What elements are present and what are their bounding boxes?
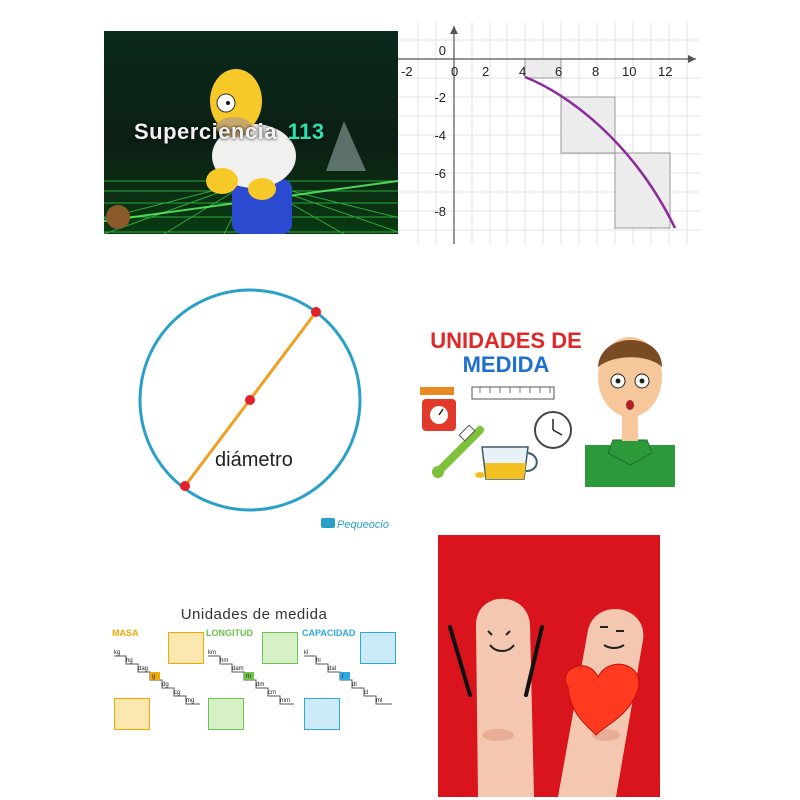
- staircase: kg hg dag g dg cg mg: [114, 650, 200, 705]
- unit-label: km: [208, 650, 216, 656]
- staircase: km hm dam m dm cm mm: [208, 650, 294, 705]
- measuring-jug-icon: [475, 446, 538, 480]
- y-tick: 0: [439, 43, 446, 58]
- y-tick: -4: [434, 128, 446, 143]
- unit-label: ml: [376, 698, 382, 704]
- x-tick: 10: [622, 64, 636, 79]
- y-tick: -2: [434, 90, 446, 105]
- unit-label: hg: [126, 658, 133, 664]
- superciencia-title: Superciencia 113: [134, 119, 325, 145]
- episode-number: 113: [287, 119, 325, 144]
- unit-label: kl: [304, 650, 308, 656]
- unit-label: dag: [138, 666, 148, 672]
- column-capacidad: CAPACIDAD kl hl dal l dl cl ml: [302, 628, 398, 738]
- staircase: kl hl dal l dl cl ml: [304, 650, 392, 705]
- unit-label: mm: [280, 698, 290, 704]
- unit-label: dl: [352, 682, 357, 688]
- function-graph: -2 0 2 4 6 8 10 12 0 -2 -4 -6 -8: [398, 22, 700, 244]
- unidades-table: Unidades de medida MASA kg hg dag g dg c…: [108, 600, 400, 740]
- endpoint-dot: [311, 307, 321, 317]
- unit-label: cm: [268, 690, 276, 696]
- x-tick: 12: [658, 64, 672, 79]
- left-finger: [476, 598, 534, 797]
- cartoon-art: [420, 337, 675, 487]
- x-tick: 8: [592, 64, 599, 79]
- fingers-scene: [438, 535, 660, 797]
- x-tick: -2: [401, 64, 413, 79]
- center-dot: [245, 395, 255, 405]
- column-masa: MASA kg hg dag g dg cg mg: [112, 628, 204, 738]
- circle-diagram: diámetro Pequeocio: [138, 288, 389, 531]
- unit-label: hm: [220, 658, 228, 664]
- unit-label: m: [246, 674, 251, 680]
- column-longitud: LONGITUD km hm dam m dm cm mm: [206, 628, 298, 738]
- endpoint-dot: [180, 481, 190, 491]
- unit-label: cl: [364, 690, 368, 696]
- x-tick: 0: [451, 64, 458, 79]
- title-word: Superciencia: [134, 119, 277, 144]
- scale-icon: [420, 387, 456, 431]
- circle-diameter: diámetro Pequeocio: [125, 282, 395, 540]
- ruler-icon: [471, 386, 555, 400]
- unit-label: kg: [114, 650, 120, 656]
- x-tick: 2: [482, 64, 489, 79]
- unit-label: l: [342, 674, 343, 680]
- unit-label: g: [152, 674, 155, 680]
- watermark: Pequeocio: [337, 519, 389, 531]
- y-tick: -6: [434, 166, 446, 181]
- unit-label: dm: [256, 682, 264, 688]
- x-tick: 4: [519, 64, 526, 79]
- y-tick: -8: [434, 204, 446, 219]
- unit-label: cg: [174, 690, 180, 696]
- graph-canvas: -2 0 2 4 6 8 10 12 0 -2 -4 -6 -8: [398, 22, 700, 244]
- superciencia-thumbnail[interactable]: Superciencia 113: [104, 31, 398, 234]
- clock-icon: [534, 411, 572, 449]
- x-tick: 6: [555, 64, 562, 79]
- unit-label: dal: [328, 666, 336, 672]
- table-title: Unidades de medida: [180, 606, 328, 623]
- fingers-photo: [438, 535, 660, 797]
- unit-label: hl: [316, 658, 321, 664]
- unit-label: mg: [186, 698, 194, 704]
- thermometer-icon: [432, 424, 484, 478]
- boy-character: [585, 337, 675, 487]
- unidades-cartoon: UNIDADES DE MEDIDA: [400, 315, 700, 487]
- unit-label: dg: [162, 682, 169, 688]
- diameter-label: diámetro: [215, 449, 293, 471]
- unit-label: dam: [232, 666, 244, 672]
